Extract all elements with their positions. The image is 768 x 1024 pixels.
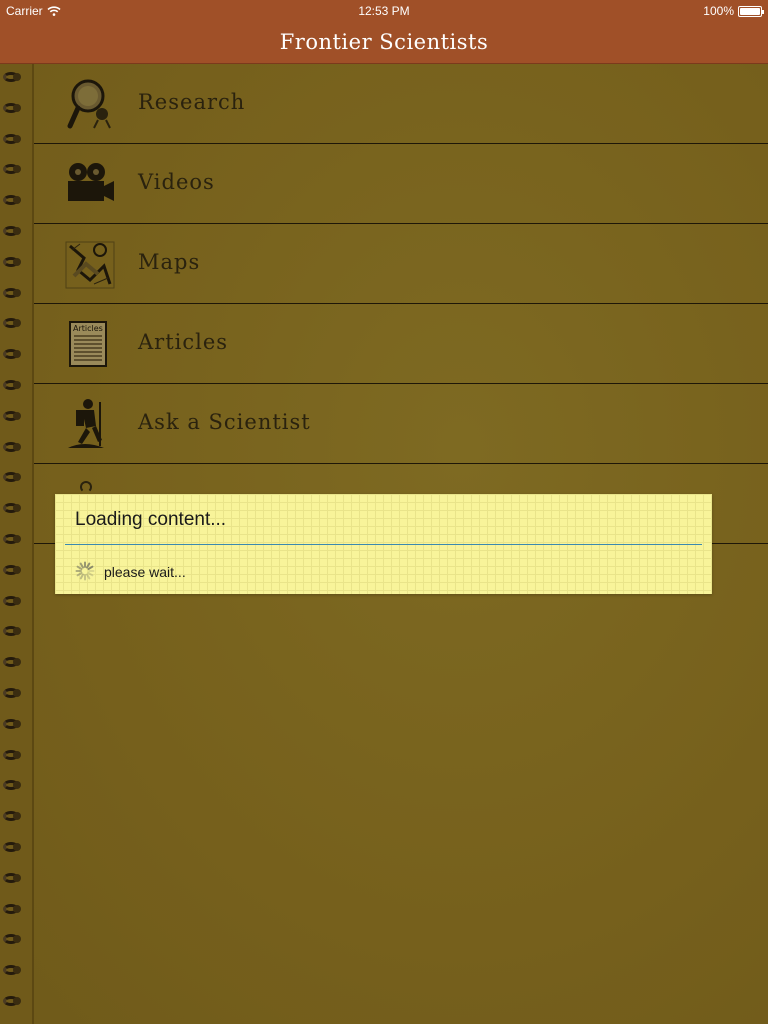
spiral-ring [1,347,21,361]
magnifier-icon [67,79,111,129]
spiral-ring [1,932,21,946]
main-menu: Research Videos Maps Articles Articles A… [34,64,768,544]
menu-item-articles[interactable]: Articles Articles [34,304,768,384]
menu-item-label: Ask a Scientist [138,410,311,434]
page-title: Frontier Scientists [279,30,489,54]
spiral-ring [1,193,21,207]
spiral-ring [1,101,21,115]
battery-indicator: 100% [703,4,764,18]
spiral-ring [1,686,21,700]
dialog-title: Loading content... [75,509,227,530]
spiral-ring [1,594,21,608]
clock: 12:53 PM [358,4,410,18]
menu-item-label: Maps [138,250,201,274]
hiker-icon [68,399,104,448]
spiral-ring [1,963,21,977]
spiral-ring [1,162,21,176]
menu-item-research[interactable]: Research [34,64,768,144]
menu-item-maps[interactable]: Maps [34,224,768,304]
spiral-ring [1,70,21,84]
articles-icon: Articles [69,321,107,367]
spiral-ring [1,316,21,330]
menu-item-ask-a-scientist[interactable]: Ask a Scientist [34,384,768,464]
status-bar: Carrier 12:53 PM 100% [0,0,768,22]
map-icon [65,241,115,289]
spiral-binding [0,64,34,1024]
battery-icon [738,5,764,17]
spiral-ring [1,871,21,885]
spiral-ring [1,563,21,577]
menu-item-label: Videos [138,170,215,194]
film-camera-icon [68,163,114,201]
spiral-ring [1,286,21,300]
spiral-ring [1,902,21,916]
spiral-ring [1,255,21,269]
svg-text:Articles: Articles [73,324,103,333]
spinner-icon [75,561,95,581]
spiral-ring [1,778,21,792]
spiral-ring [1,994,21,1008]
spiral-ring [1,840,21,854]
spiral-ring [1,532,21,546]
partial-icon [80,481,92,493]
loading-dialog: Loading content... please wait... [55,494,712,594]
navigation-bar: Frontier Scientists [0,22,768,64]
spiral-ring [1,748,21,762]
menu-item-label: Research [138,90,246,114]
spiral-ring [1,409,21,423]
menu-item-videos[interactable]: Videos [34,144,768,224]
spiral-ring [1,224,21,238]
spiral-ring [1,378,21,392]
spiral-ring [1,132,21,146]
spiral-ring [1,809,21,823]
spiral-ring [1,440,21,454]
spiral-ring [1,717,21,731]
spiral-ring [1,501,21,515]
spiral-ring [1,470,21,484]
spiral-ring [1,655,21,669]
dialog-message: please wait... [104,564,186,580]
dialog-divider [65,544,702,545]
spiral-ring [1,624,21,638]
menu-item-label: Articles [138,330,229,354]
battery-percent: 100% [703,4,734,18]
